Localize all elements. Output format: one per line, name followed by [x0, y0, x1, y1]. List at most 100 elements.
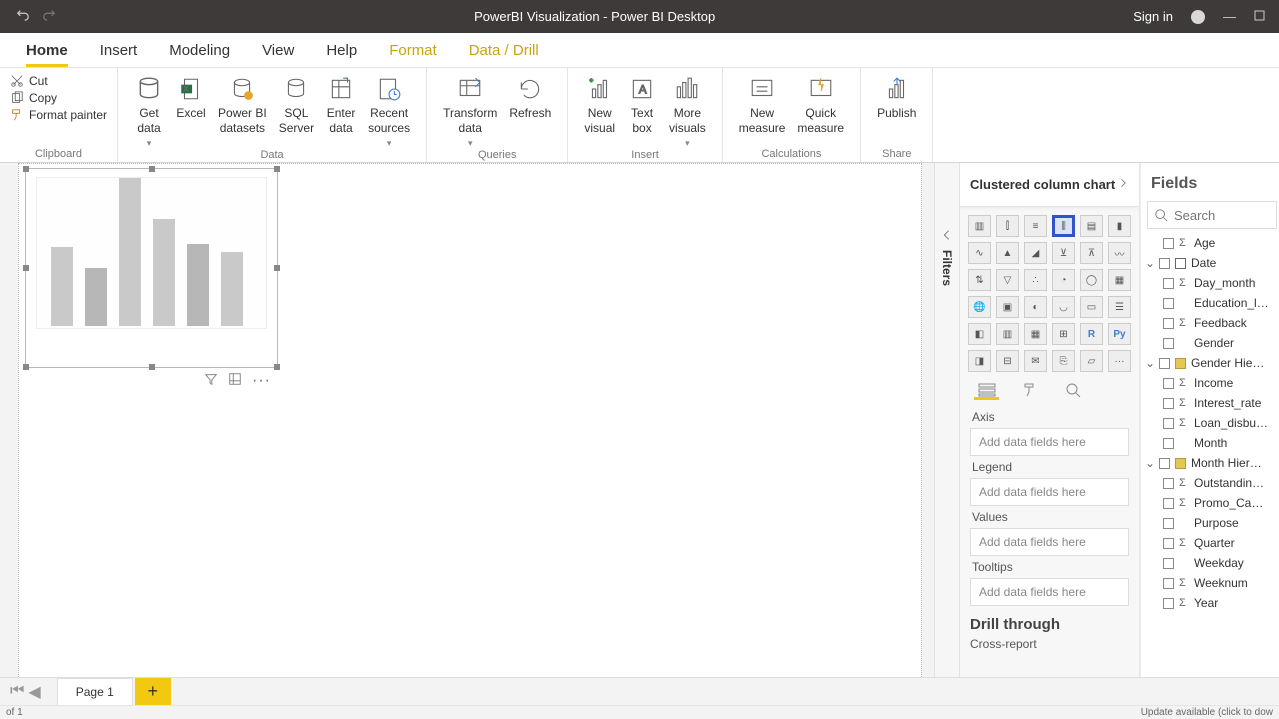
report-canvas[interactable]: ··· [18, 163, 922, 679]
viz-type-area[interactable]: ▲ [996, 242, 1019, 264]
viz-type-stacked-bar[interactable]: ▥ [968, 215, 991, 237]
viz-type-line-clustered[interactable]: ⊼ [1080, 242, 1103, 264]
tab-modeling[interactable]: Modeling [169, 33, 230, 67]
field-age[interactable]: ΣAge [1141, 233, 1279, 253]
field-month[interactable]: Month [1141, 433, 1279, 453]
quick-measure-button[interactable]: Quick measure [791, 72, 850, 136]
cut-button[interactable]: Cut [10, 74, 107, 88]
viz-type-stacked-area[interactable]: ◢ [1024, 242, 1047, 264]
well-values[interactable]: Add data fields here [970, 528, 1129, 556]
field-day_month[interactable]: ΣDay_month [1141, 273, 1279, 293]
viz-type-slicer[interactable]: ▥ [996, 323, 1019, 345]
tab-insert[interactable]: Insert [100, 33, 138, 67]
field-interest_rate[interactable]: ΣInterest_rate [1141, 393, 1279, 413]
viz-type-paginated[interactable]: ▱ [1080, 350, 1103, 372]
field-promo_ca-[interactable]: ΣPromo_Ca… [1141, 493, 1279, 513]
format-tab[interactable] [1017, 382, 1042, 400]
tab-home[interactable]: Home [26, 33, 68, 67]
viz-type-line-stacked[interactable]: ⊻ [1052, 242, 1075, 264]
field-date[interactable]: ⌄Date [1141, 253, 1279, 273]
tab-data-drill[interactable]: Data / Drill [469, 33, 539, 67]
page-prev-icon[interactable]: ◀ [28, 682, 40, 702]
transform-data-button[interactable]: Transform data▾ [437, 72, 503, 149]
field-purpose[interactable]: Purpose [1141, 513, 1279, 533]
enter-data-button[interactable]: Enter data [320, 72, 362, 136]
viz-type-scatter[interactable]: ∴ [1024, 269, 1047, 291]
viz-type-clustered-bar[interactable]: ≡ [1024, 215, 1047, 237]
fields-search[interactable] [1147, 201, 1277, 229]
viz-type-line[interactable]: ∿ [968, 242, 991, 264]
recent-sources-button[interactable]: Recent sources▾ [362, 72, 416, 149]
pbi-datasets-button[interactable]: Power BI datasets [212, 72, 273, 136]
sign-in-link[interactable]: Sign in [1133, 9, 1173, 24]
undo-icon[interactable] [16, 8, 30, 25]
redo-icon[interactable] [42, 8, 56, 25]
viz-type-table[interactable]: ▦ [1024, 323, 1047, 345]
new-measure-button[interactable]: New measure [733, 72, 792, 136]
more-options-icon[interactable]: ··· [252, 372, 271, 391]
maximize-button[interactable] [1254, 9, 1265, 24]
viz-type-kpi[interactable]: ◧ [968, 323, 991, 345]
viz-type-100-bar[interactable]: ▤ [1080, 215, 1103, 237]
format-painter-button[interactable]: Format painter [10, 108, 107, 122]
expand-right-icon[interactable] [1117, 176, 1129, 194]
viz-type-waterfall[interactable]: ⇅ [968, 269, 991, 291]
field-gender[interactable]: Gender [1141, 333, 1279, 353]
viz-type-100-column[interactable]: ▮ [1108, 215, 1131, 237]
viz-type-filled-map[interactable]: ▣ [996, 296, 1019, 318]
viz-type-decomposition[interactable]: ⊟ [996, 350, 1019, 372]
filter-icon[interactable] [204, 372, 218, 391]
more-visuals-button[interactable]: More visuals▾ [663, 72, 712, 149]
viz-get-more[interactable]: ··· [1108, 350, 1131, 372]
new-visual-button[interactable]: New visual [578, 72, 621, 136]
focus-mode-icon[interactable] [228, 372, 242, 391]
viz-type-clustered-column[interactable]: ⫼ [1052, 215, 1075, 237]
viz-type-treemap[interactable]: ▦ [1108, 269, 1131, 291]
viz-type-stacked-column[interactable]: ⫿ [996, 215, 1019, 237]
field-income[interactable]: ΣIncome [1141, 373, 1279, 393]
field-feedback[interactable]: ΣFeedback [1141, 313, 1279, 333]
page-tab-1[interactable]: Page 1 [57, 678, 133, 706]
sql-server-button[interactable]: SQL Server [273, 72, 320, 136]
search-input[interactable] [1174, 208, 1246, 223]
avatar-icon[interactable] [1191, 10, 1205, 24]
viz-type-pie[interactable]: ◔ [1052, 269, 1075, 291]
tab-help[interactable]: Help [326, 33, 357, 67]
fields-well-tab[interactable] [974, 382, 999, 400]
viz-type-shape-map[interactable]: ◐ [1024, 296, 1047, 318]
copy-button[interactable]: Copy [10, 91, 107, 105]
minimize-button[interactable]: — [1223, 9, 1236, 24]
publish-button[interactable]: Publish [871, 72, 922, 121]
viz-type-multi-card[interactable]: ☰ [1108, 296, 1131, 318]
field-education_l-[interactable]: Education_l… [1141, 293, 1279, 313]
viz-type-funnel[interactable]: ▽ [996, 269, 1019, 291]
field-month-hier-[interactable]: ⌄Month Hier… [1141, 453, 1279, 473]
viz-type-donut[interactable]: ◯ [1080, 269, 1103, 291]
refresh-button[interactable]: Refresh [503, 72, 557, 121]
viz-type-qa[interactable]: ✉ [1024, 350, 1047, 372]
viz-type-matrix[interactable]: ⊞ [1052, 323, 1075, 345]
field-outstandin-[interactable]: ΣOutstandin… [1141, 473, 1279, 493]
status-update[interactable]: Update available (click to dow [1141, 707, 1273, 718]
well-legend[interactable]: Add data fields here [970, 478, 1129, 506]
viz-type-gauge[interactable]: ◡ [1052, 296, 1075, 318]
page-first-icon[interactable]: ⏮ [10, 682, 24, 702]
excel-button[interactable]: XExcel [170, 72, 212, 121]
viz-type-key-influencers[interactable]: ◨ [968, 350, 991, 372]
tab-format[interactable]: Format [389, 33, 437, 67]
filters-pane-collapsed[interactable]: Filters [934, 163, 960, 691]
viz-type-map[interactable]: 🌐 [968, 296, 991, 318]
add-page-button[interactable]: + [135, 678, 171, 706]
analytics-tab[interactable] [1060, 382, 1085, 400]
well-tooltips[interactable]: Add data fields here [970, 578, 1129, 606]
get-data-button[interactable]: Get data▾ [128, 72, 170, 149]
viz-type-card[interactable]: ▭ [1080, 296, 1103, 318]
field-loan_disbu-[interactable]: ΣLoan_disbu… [1141, 413, 1279, 433]
field-gender-hie-[interactable]: ⌄Gender Hie… [1141, 353, 1279, 373]
text-box-button[interactable]: AText box [621, 72, 663, 136]
field-year[interactable]: ΣYear [1141, 593, 1279, 613]
visual-placeholder[interactable]: ··· [25, 168, 278, 368]
field-weeknum[interactable]: ΣWeeknum [1141, 573, 1279, 593]
tab-view[interactable]: View [262, 33, 294, 67]
field-weekday[interactable]: Weekday [1141, 553, 1279, 573]
